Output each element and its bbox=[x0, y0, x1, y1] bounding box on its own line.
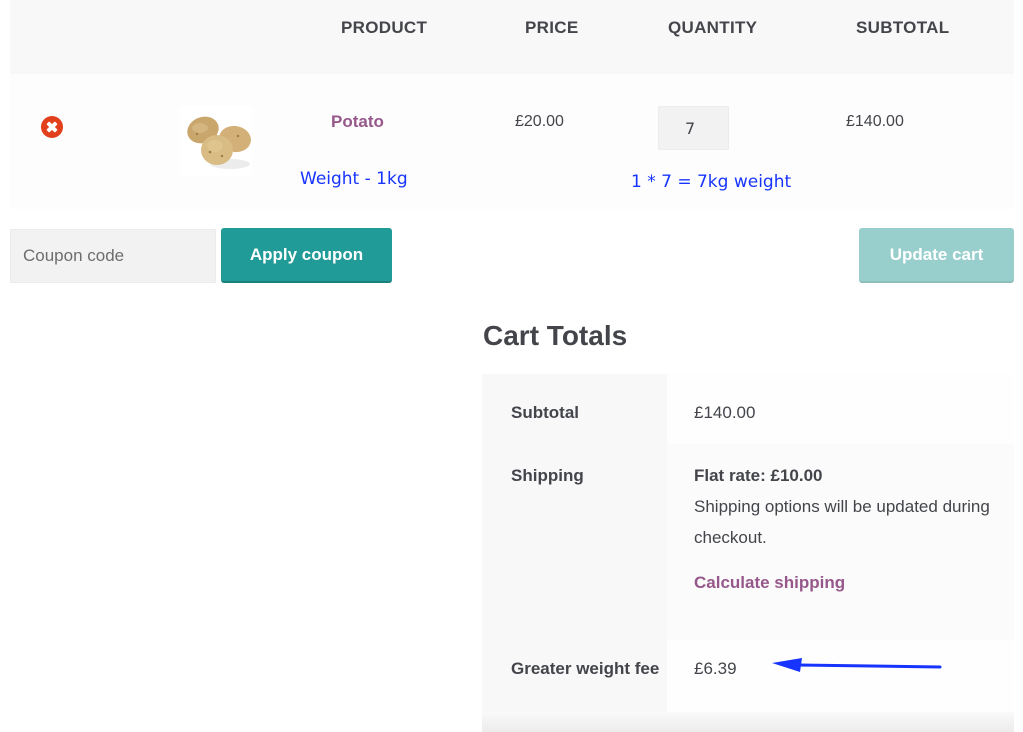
cart-table-header: PRODUCT PRICE QUANTITY SUBTOTAL bbox=[10, 0, 1014, 74]
cart-table: PRODUCT PRICE QUANTITY SUBTOTAL bbox=[10, 0, 1014, 209]
totals-row-shipping: Shipping Flat rate: £10.00 Shipping opti… bbox=[482, 444, 1014, 640]
column-header-subtotal: SUBTOTAL bbox=[856, 18, 950, 37]
product-price: £20.00 bbox=[515, 113, 564, 130]
totals-row-subtotal: Subtotal £140.00 bbox=[482, 374, 1014, 444]
shipping-method: Flat rate: £10.00 bbox=[694, 466, 823, 485]
left-arrow-annotation-icon bbox=[772, 658, 942, 672]
coupon-code-input[interactable] bbox=[10, 229, 216, 283]
subtotal-label: Subtotal bbox=[482, 374, 667, 444]
cart-item-row bbox=[10, 74, 1014, 209]
column-header-product: PRODUCT bbox=[341, 18, 428, 37]
cart-totals-table: Subtotal £140.00 Shipping Flat rate: £10… bbox=[482, 374, 1014, 732]
shipping-value: Flat rate: £10.00 Shipping options will … bbox=[667, 444, 1014, 640]
column-header-quantity: QUANTITY bbox=[668, 18, 758, 37]
product-subtotal: £140.00 bbox=[846, 113, 904, 130]
remove-item-icon[interactable] bbox=[41, 116, 63, 138]
apply-coupon-button[interactable]: Apply coupon bbox=[221, 228, 392, 283]
quantity-weight-note: 1 * 7 = 7kg weight bbox=[631, 172, 792, 192]
product-thumbnail-potato[interactable] bbox=[180, 106, 252, 176]
subtotal-value: £140.00 bbox=[667, 374, 1014, 444]
totals-bottom-shadow bbox=[482, 712, 1014, 732]
product-link-potato[interactable]: Potato bbox=[331, 112, 384, 132]
cart-totals-title: Cart Totals bbox=[483, 320, 628, 351]
calculate-shipping-link[interactable]: Calculate shipping bbox=[694, 567, 1014, 598]
product-weight-note: Weight - 1kg bbox=[300, 169, 408, 189]
quantity-input[interactable] bbox=[658, 106, 729, 150]
update-cart-button[interactable]: Update cart bbox=[859, 228, 1014, 283]
column-header-price: PRICE bbox=[525, 18, 579, 37]
shipping-label: Shipping bbox=[482, 444, 667, 640]
shipping-note: Shipping options will be updated during … bbox=[694, 497, 990, 547]
